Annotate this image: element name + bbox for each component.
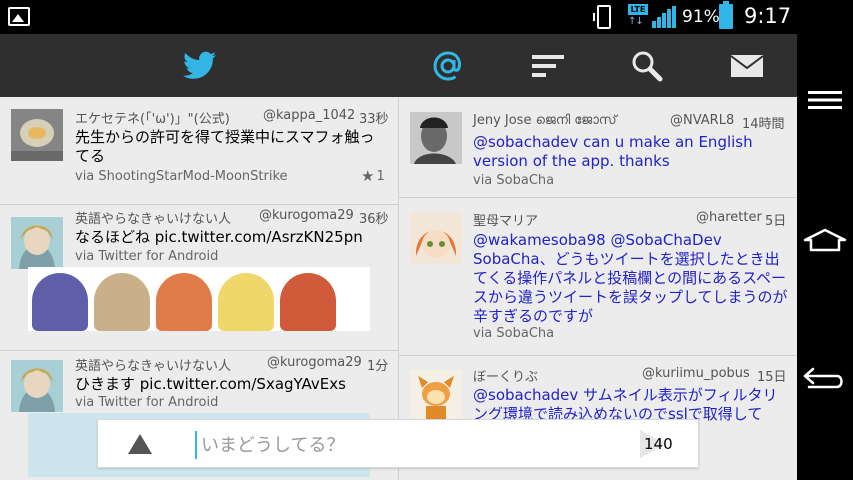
tweet-author-name: 英語やらなきゃいけない人 [75,359,232,374]
tweet-client: via SobaCha [473,173,555,188]
tweet-text: ひきます pic.twitter.com/SxagYAvExs [75,375,346,393]
tweet-text: 先生からの許可を得て授業中にスマフォ触ってる [75,128,375,165]
tweet-author-handle: @kuriimu_pobus [642,366,750,381]
compose-bar: 140 [97,419,699,468]
tweet-text: @sobachadev can u make an English versio… [473,133,753,170]
avatar[interactable] [410,212,462,264]
tweet-author-handle: @haretter [696,210,762,225]
tweet-author-name: 聖母マリア [473,214,539,229]
tweet-compose-input[interactable] [195,431,615,459]
signal-strength-icon [652,6,678,28]
search-icon [632,51,663,81]
tweet-author-handle: @kurogoma29 [267,355,362,370]
home-button[interactable] [797,210,853,270]
tweet-time: 33秒 [359,112,389,127]
tweet-client: via ShootingStarMod-MoonStrike [75,169,288,184]
tweet-client: via Twitter for Android [75,395,219,410]
thumbnail [156,273,212,331]
tweet-author-handle: @kurogoma29 [259,208,354,223]
tab-search[interactable] [617,34,677,97]
tab-home-timeline[interactable] [160,34,240,97]
app-screen: LTE ↑↓ 91% 9:17 エケセテネ(「'ω')」"(公式) @kappa… [0,0,853,480]
tweet-client: via SobaCha [473,326,555,341]
system-navigation-bar [797,34,853,480]
message-envelope-icon [730,54,764,77]
tweet-item[interactable]: 聖母マリア @haretter 5日 @wakamesoba98 @SobaCh… [399,198,797,356]
avatar[interactable] [11,109,63,161]
tweet-text: @wakamesoba98 @SobaChaDev SobaCha、どうもツイー… [473,231,788,325]
back-arrow-icon [803,367,843,389]
vibrate-icon [593,5,611,29]
tweet-author-name: Jeny Jose ജെനി ജോസ് [473,113,617,128]
home-icon [803,228,847,252]
thumbnail [32,273,88,331]
tweet-time: 15日 [757,370,787,385]
tweet-time: 14時間 [742,117,785,132]
expand-up-icon[interactable] [128,434,152,454]
avatar[interactable] [11,217,63,269]
avatar[interactable] [410,112,462,164]
character-counter: 140 [644,435,673,453]
tweet-item[interactable]: 英語やらなきゃいけない人 @kurogoma29 36秒 なるほどね pic.t… [0,205,398,351]
tab-mentions[interactable] [418,34,478,97]
avatar[interactable] [410,370,462,422]
battery-percent: 91% [682,7,720,27]
tweet-time: 1分 [367,359,389,374]
status-bar: LTE ↑↓ 91% 9:17 [0,0,853,34]
tweet-image-preview[interactable] [28,267,370,331]
thumbnail [218,273,274,331]
star-icon: ★ [361,167,375,185]
tab-direct-messages[interactable] [717,34,777,97]
tweet-author-handle: @kappa_1042 [263,108,356,123]
menu-button[interactable] [797,70,853,130]
tweet-item[interactable]: エケセテネ(「'ω')」"(公式) @kappa_1042 33秒 先生からの許… [0,97,398,205]
favorite-count: ★ 1 [361,167,385,185]
clock: 9:17 [744,4,792,28]
data-activity-icon: ↑↓ [628,16,644,27]
battery-icon [719,1,733,29]
lists-icon [532,54,564,77]
tweet-client: via Twitter for Android [75,249,219,264]
tweet-author-name: 英語やらなきゃいけない人 [75,212,232,227]
thumbnail [94,273,150,331]
tweet-author-name: ぼーくりぶ [473,370,539,385]
mention-at-icon [433,50,461,81]
menu-icon [808,91,842,109]
thumbnail [280,273,336,331]
tweet-item[interactable]: Jeny Jose ജെനി ജോസ് @NVARL8 14時間 @sobach… [399,97,797,198]
tweet-author-handle: @NVARL8 [670,113,735,128]
tweet-time: 5日 [765,214,787,229]
lte-badge: LTE [628,4,648,15]
tweet-text: なるほどね pic.twitter.com/AsrzKN25pn [75,228,363,246]
gallery-notification-icon [8,7,30,26]
avatar[interactable] [11,360,63,412]
tweet-time: 36秒 [359,212,389,227]
tab-lists[interactable] [518,34,578,97]
tweet-author-name: エケセテネ(「'ω')」"(公式) [75,112,230,127]
twitter-bird-icon [183,51,216,79]
back-button[interactable] [797,348,853,408]
app-toolbar [0,34,797,97]
